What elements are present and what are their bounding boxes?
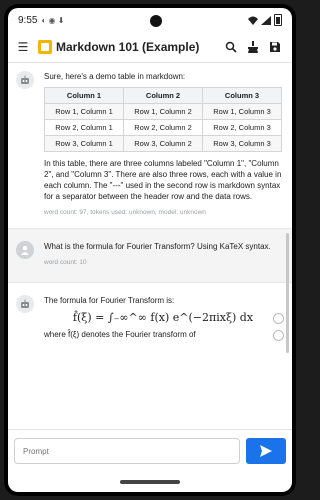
table-cell: Row 3, Column 3 <box>202 135 282 152</box>
home-indicator[interactable] <box>120 480 180 484</box>
menu-icon[interactable]: ☰ <box>14 38 32 56</box>
search-icon[interactable] <box>220 36 242 58</box>
chat-log[interactable]: Sure, here's a demo table in markdown: C… <box>8 63 292 429</box>
battery-icon <box>274 14 282 26</box>
table-header: Column 2 <box>123 87 203 104</box>
table-cell: Row 3, Column 2 <box>123 135 203 152</box>
document-icon <box>38 40 52 54</box>
message-text: The formula for Fourier Transform is: <box>44 296 175 305</box>
message-actions <box>273 313 284 341</box>
markdown-table: Column 1 Column 2 Column 3 Row 1, Column… <box>44 87 282 152</box>
table-row: Row 3, Column 1 Row 3, Column 2 Row 3, C… <box>44 135 282 152</box>
clean-icon[interactable] <box>242 36 264 58</box>
table-cell: Row 2, Column 2 <box>123 119 203 136</box>
table-row: Row 2, Column 1 Row 2, Column 2 Row 2, C… <box>44 119 282 136</box>
scrollbar[interactable] <box>286 233 289 353</box>
user-message: What is the formula for Fourier Transfor… <box>8 229 292 283</box>
signal-icon <box>261 15 271 25</box>
message-text: Sure, here's a demo table in markdown: <box>44 72 186 81</box>
app-bar: ☰ Markdown 101 (Example) <box>8 32 292 63</box>
save-icon[interactable] <box>264 36 286 58</box>
prompt-input[interactable] <box>14 438 240 464</box>
message-text: where f̂(ξ) denotes the Fourier transfor… <box>44 330 196 339</box>
user-avatar-icon <box>16 241 34 259</box>
copy-icon[interactable] <box>273 313 284 324</box>
navigation-bar <box>8 472 292 492</box>
table-cell: Row 1, Column 2 <box>123 103 203 120</box>
table-row: Row 1, Column 1 Row 1, Column 2 Row 1, C… <box>44 103 282 120</box>
table-header: Column 3 <box>202 87 282 104</box>
status-time: 9:55 <box>18 14 38 26</box>
bot-avatar-icon <box>16 295 34 313</box>
page-title: Markdown 101 (Example) <box>56 40 200 54</box>
assistant-message: Sure, here's a demo table in markdown: C… <box>8 63 292 229</box>
send-button[interactable] <box>246 438 286 464</box>
table-cell: Row 2, Column 3 <box>202 119 282 136</box>
notification-icon: ◐ ◉ ⬇ <box>41 15 65 25</box>
math-formula: f̂(ξ) = ∫₋∞^∞ f(x) e^(−2πixξ) dx <box>72 311 254 324</box>
table-cell: Row 2, Column 1 <box>44 119 124 136</box>
message-text: In this table, there are three columns l… <box>44 159 282 201</box>
table-cell: Row 1, Column 3 <box>202 103 282 120</box>
message-meta: word count: 97, tokens used: unknown, mo… <box>44 209 206 216</box>
assistant-message: The formula for Fourier Transform is: f̂… <box>8 283 292 355</box>
table-header: Column 1 <box>44 87 124 104</box>
message-meta: word count: 10 <box>44 259 87 266</box>
more-icon[interactable] <box>273 330 284 341</box>
wifi-icon <box>248 16 258 25</box>
input-bar <box>8 429 292 472</box>
camera-cutout <box>150 15 162 27</box>
bot-avatar-icon <box>16 71 34 89</box>
screen: 9:55 ◐ ◉ ⬇ ☰ Markdown 101 (Example) Sure… <box>8 8 292 492</box>
phone-frame: 9:55 ◐ ◉ ⬇ ☰ Markdown 101 (Example) Sure… <box>4 4 296 496</box>
table-cell: Row 1, Column 1 <box>44 103 124 120</box>
table-cell: Row 3, Column 1 <box>44 135 124 152</box>
message-text: What is the formula for Fourier Transfor… <box>44 242 271 251</box>
send-icon <box>260 445 272 457</box>
